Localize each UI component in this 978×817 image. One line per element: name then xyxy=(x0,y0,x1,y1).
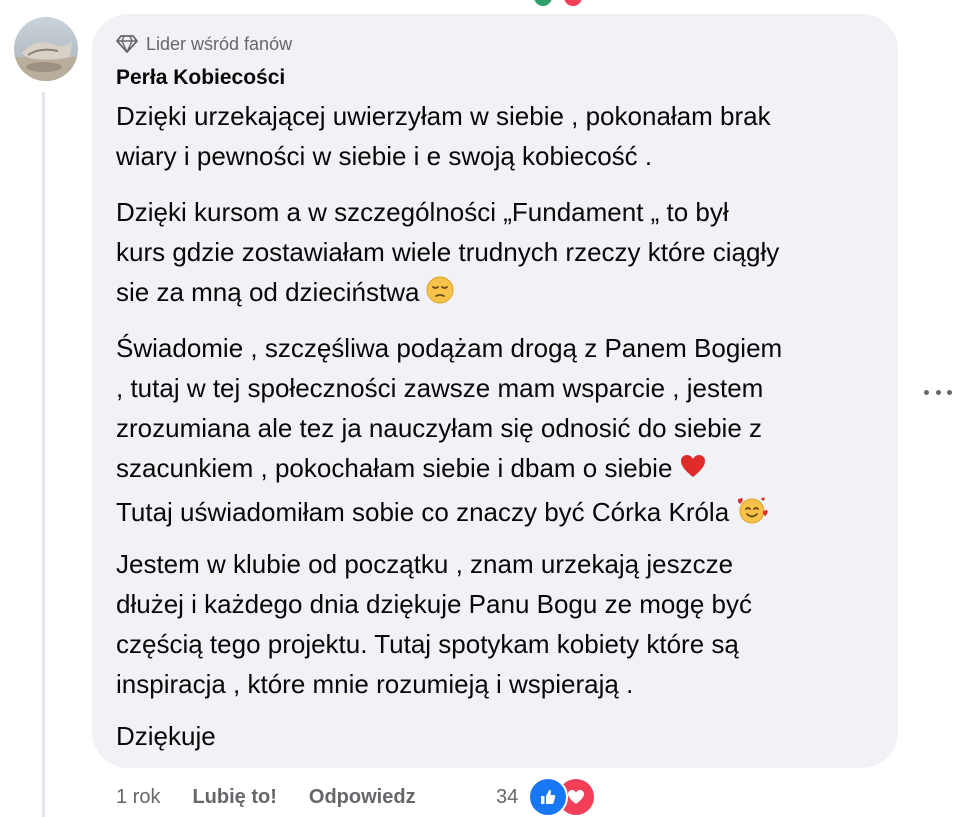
text-line: Świadomie , szczęśliwa podążam drogą z P… xyxy=(116,333,783,363)
reply-button[interactable]: Odpowiedz xyxy=(309,786,416,809)
text-line: , tutaj w tej społeczności zawsze mam ws… xyxy=(116,373,764,403)
text-line: sie za mną od dzieciństwa xyxy=(116,277,420,307)
text-line-with-emoji: sie za mną od dzieciństwa xyxy=(116,272,779,316)
thread-line xyxy=(42,92,45,817)
avatar[interactable] xyxy=(14,17,78,81)
avatar-image xyxy=(14,17,78,81)
diamond-icon xyxy=(116,35,138,53)
more-dot xyxy=(947,389,952,395)
more-dot xyxy=(924,389,929,395)
badge-label: Lider wśród fanów xyxy=(146,33,293,54)
text-line: zrozumiana ale tez ja nauczyłam się odno… xyxy=(116,413,763,443)
reaction-dot-green xyxy=(534,0,552,6)
comment-paragraph-3: Świadomie , szczęśliwa podążam drogą z P… xyxy=(116,328,782,536)
comment-paragraph-5: Dziękuje xyxy=(116,716,216,756)
like-reaction-icon xyxy=(528,777,568,817)
text-line: szacunkiem , pokochałam siebie i dbam o … xyxy=(116,453,673,483)
text-line: Tutaj uświadomiłam sobie co znaczy być C… xyxy=(116,497,730,527)
more-options-button[interactable] xyxy=(924,378,952,406)
red-heart-icon xyxy=(678,451,708,492)
comment-screen: Lider wśród fanów Perła Kobiecości Dzięk… xyxy=(0,0,978,817)
reaction-count[interactable]: 34 xyxy=(496,782,518,812)
text-line: kurs gdzie zostawiałam wiele trudnych rz… xyxy=(116,237,780,267)
smiling-face-with-hearts-icon xyxy=(735,495,769,536)
reaction-summary[interactable] xyxy=(526,777,596,817)
text-line: Dzięki urzekającej uwierzyłam w siebie ,… xyxy=(116,101,771,131)
text-line: częścią tego projektu. Tutaj spotykam ko… xyxy=(116,629,739,659)
text-line: inspiracja , które mnie rozumieją i wspi… xyxy=(116,669,634,699)
comment-paragraph-1: Dzięki urzekającej uwierzyłam w siebie ,… xyxy=(116,96,771,176)
previous-reactions-partial xyxy=(528,0,588,6)
comment-actions: 1 rok Lubię to! Odpowiedz xyxy=(116,782,416,812)
text-line: wiary i pewności w siebie i e swoją kobi… xyxy=(116,141,653,171)
reaction-dot-red xyxy=(564,0,582,6)
more-dot xyxy=(935,389,941,395)
text-line-with-emoji: szacunkiem , pokochałam siebie i dbam o … xyxy=(116,448,782,492)
comment-paragraph-4: Jestem w klubie od początku , znam urzek… xyxy=(116,544,752,704)
text-line: dłużej i każdego dnia dziękuje Panu Bogu… xyxy=(116,589,752,619)
top-fan-badge[interactable]: Lider wśród fanów xyxy=(116,32,292,56)
text-line: Dziękuje xyxy=(116,721,216,751)
timestamp-link[interactable]: 1 rok xyxy=(116,786,160,809)
text-line: Dzięki kursom a w szczególności „Fundame… xyxy=(116,197,729,227)
text-line: Jestem w klubie od początku , znam urzek… xyxy=(116,549,734,579)
comment-paragraph-2: Dzięki kursom a w szczególności „Fundame… xyxy=(116,192,779,316)
author-name[interactable]: Perła Kobiecości xyxy=(116,66,285,90)
like-button[interactable]: Lubię to! xyxy=(192,786,276,809)
text-line-with-emoji: Tutaj uświadomiłam sobie co znaczy być C… xyxy=(116,492,782,536)
pensive-face-icon xyxy=(425,275,455,316)
